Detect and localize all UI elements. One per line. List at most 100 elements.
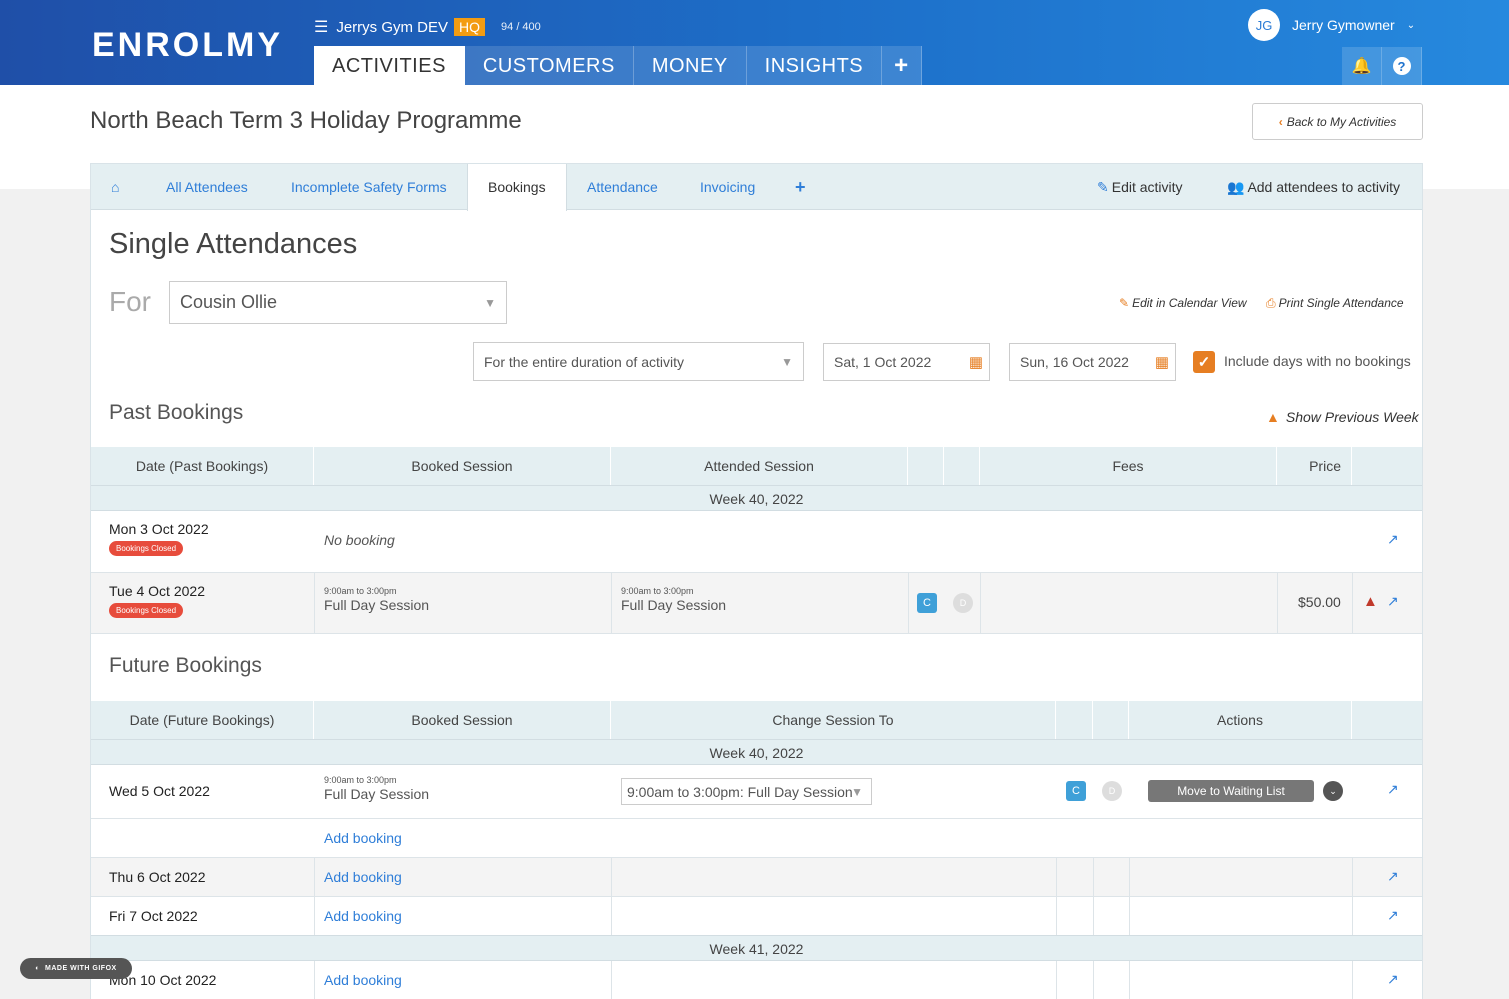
table-row: Tue 4 Oct 2022 Bookings Closed 9:00am to… xyxy=(91,573,1422,634)
col-date-past: Date (Past Bookings) xyxy=(91,447,314,485)
warning-icon[interactable]: ▲ xyxy=(1363,593,1378,610)
change-session-value: 9:00am to 3:00pm: Full Day Session xyxy=(627,783,853,800)
bookings-closed-badge: Bookings Closed xyxy=(109,603,184,618)
bookings-closed-badge: Bookings Closed xyxy=(109,541,184,556)
booked-session: Full Day Session xyxy=(324,786,430,802)
subtab-add-icon[interactable]: + xyxy=(795,164,806,210)
arrow-up-icon: ▲ xyxy=(1266,409,1280,425)
booked-time: 9:00am to 3:00pm xyxy=(324,586,397,596)
col-change-session: Change Session To xyxy=(611,701,1056,739)
table-row: Thu 6 Oct 2022 Add booking ↗ xyxy=(91,858,1422,897)
subtab-attendance[interactable]: Attendance xyxy=(587,164,658,210)
week-41-row: Week 41, 2022 xyxy=(91,935,1422,961)
move-to-waiting-list-button[interactable]: Move to Waiting List xyxy=(1148,780,1314,802)
question-icon: ? xyxy=(1392,57,1411,75)
d-toggle[interactable]: D xyxy=(953,593,973,613)
back-to-activities-button[interactable]: ‹ Back to My Activities xyxy=(1252,103,1423,140)
calendar-icon[interactable]: ▦ xyxy=(1155,353,1169,371)
chevron-down-icon[interactable]: ⌄ xyxy=(1407,20,1415,31)
nav-tab-customers[interactable]: CUSTOMERS xyxy=(464,46,634,85)
future-bookings-header: Date (Future Bookings) Booked Session Ch… xyxy=(91,701,1422,739)
add-attendees-label: Add attendees to activity xyxy=(1247,179,1400,195)
col-fees: Fees xyxy=(980,447,1277,485)
print-label: Print Single Attendance xyxy=(1278,296,1404,310)
show-previous-week-link[interactable]: ▲ Show Previous Week xyxy=(1266,409,1419,425)
nav-tab-insights[interactable]: INSIGHTS xyxy=(746,46,883,85)
top-icons: 🔔 ? xyxy=(1342,47,1422,85)
external-link-icon[interactable]: ↗ xyxy=(1387,907,1399,924)
booked-session: Full Day Session xyxy=(324,597,430,613)
for-label: For xyxy=(109,286,151,317)
edit-activity-link[interactable]: ✎ Edit activity xyxy=(1097,164,1183,210)
back-button-label: Back to My Activities xyxy=(1286,114,1397,129)
bell-icon[interactable]: 🔔 xyxy=(1342,47,1382,85)
no-booking-text: No booking xyxy=(324,532,395,548)
print-single-attendance-link[interactable]: ⎙ Print Single Attendance xyxy=(1266,296,1404,311)
add-booking-link[interactable]: Add booking xyxy=(324,869,402,885)
page-title: North Beach Term 3 Holiday Programme xyxy=(90,107,522,134)
future-bookings-heading: Future Bookings xyxy=(109,654,262,677)
attendee-select[interactable]: Cousin Ollie ▼ xyxy=(169,281,507,324)
week-40-row: Week 40, 2022 xyxy=(91,485,1422,511)
row-date: Wed 5 Oct 2022 xyxy=(109,783,210,799)
calendar-icon[interactable]: ▦ xyxy=(969,353,983,371)
subtab-all-attendees[interactable]: All Attendees xyxy=(166,164,248,210)
external-link-icon[interactable]: ↗ xyxy=(1387,781,1399,798)
subtab-bookings[interactable]: Bookings xyxy=(467,164,567,211)
row-date: Tue 4 Oct 2022 xyxy=(109,583,205,599)
activity-panel: ⌂ All Attendees Incomplete Safety Forms … xyxy=(90,163,1423,999)
include-no-bookings-checkbox[interactable]: ✓ xyxy=(1193,351,1215,373)
external-link-icon[interactable]: ↗ xyxy=(1387,531,1399,548)
add-attendees-link[interactable]: 👥 Add attendees to activity xyxy=(1227,164,1400,210)
external-link-icon[interactable]: ↗ xyxy=(1387,593,1399,610)
add-booking-link[interactable]: Add booking xyxy=(324,908,402,924)
end-date-input[interactable]: Sun, 16 Oct 2022 ▦ xyxy=(1009,343,1176,381)
gifox-watermark: ◐ MADE WITH GIFOX xyxy=(20,958,132,979)
org-name[interactable]: Jerrys Gym DEV xyxy=(336,19,448,36)
activity-subtabs: ⌂ All Attendees Incomplete Safety Forms … xyxy=(91,164,1422,211)
past-bookings-heading: Past Bookings xyxy=(109,401,244,424)
d-toggle[interactable]: D xyxy=(1102,781,1122,801)
show-previous-week-label: Show Previous Week xyxy=(1285,409,1419,425)
add-booking-link[interactable]: Add booking xyxy=(324,830,402,846)
price-value: $50.00 xyxy=(1298,594,1341,610)
enrolmy-logo[interactable]: ENROLMY xyxy=(92,26,283,65)
col-d xyxy=(1093,701,1129,739)
help-icon-button[interactable]: ? xyxy=(1382,47,1422,85)
col-c xyxy=(908,447,944,485)
duration-select[interactable]: For the entire duration of activity ▼ xyxy=(473,342,804,381)
user-avatar[interactable]: JG xyxy=(1248,9,1280,41)
attendee-select-value: Cousin Ollie xyxy=(180,292,278,312)
booked-time: 9:00am to 3:00pm xyxy=(324,775,397,785)
subtab-invoicing[interactable]: Invoicing xyxy=(700,164,755,210)
end-date-value: Sun, 16 Oct 2022 xyxy=(1020,354,1129,370)
nav-tab-activities[interactable]: ACTIVITIES xyxy=(314,46,465,85)
pencil-icon: ✎ xyxy=(1097,179,1109,195)
home-icon[interactable]: ⌂ xyxy=(111,164,119,210)
include-no-bookings-label: Include days with no bookings xyxy=(1224,353,1411,369)
user-menu[interactable]: JG Jerry Gymowner ⌄ xyxy=(1248,9,1415,41)
start-date-value: Sat, 1 Oct 2022 xyxy=(834,354,932,370)
chevron-down-icon: ▼ xyxy=(484,295,496,310)
col-booked-session: Booked Session xyxy=(314,701,611,739)
change-session-select[interactable]: 9:00am to 3:00pm: Full Day Session ▼ xyxy=(621,778,872,805)
c-toggle[interactable]: C xyxy=(917,593,937,613)
nav-add-icon[interactable]: + xyxy=(882,46,922,85)
col-booked-session: Booked Session xyxy=(314,447,611,485)
c-toggle[interactable]: C xyxy=(1066,781,1086,801)
external-link-icon[interactable]: ↗ xyxy=(1387,868,1399,885)
hamburger-menu-icon[interactable]: ☰ xyxy=(314,17,328,37)
subtab-incomplete-safety-forms[interactable]: Incomplete Safety Forms xyxy=(291,164,447,210)
nav-tab-money[interactable]: MONEY xyxy=(633,46,747,85)
edit-calendar-view-link[interactable]: ✎ Edit in Calendar View xyxy=(1119,296,1247,310)
col-c xyxy=(1056,701,1093,739)
add-booking-link[interactable]: Add booking xyxy=(324,972,402,988)
duration-select-value: For the entire duration of activity xyxy=(484,353,684,370)
org-switcher[interactable]: ☰ Jerrys Gym DEV HQ 94 / 400 xyxy=(314,17,541,37)
external-link-icon[interactable]: ↗ xyxy=(1387,971,1399,988)
user-name[interactable]: Jerry Gymowner xyxy=(1292,17,1395,33)
week-40-row: Week 40, 2022 xyxy=(91,739,1422,765)
top-navigation-bar: ENROLMY ☰ Jerrys Gym DEV HQ 94 / 400 ACT… xyxy=(0,0,1509,85)
start-date-input[interactable]: Sat, 1 Oct 2022 ▦ xyxy=(823,343,990,381)
chevron-down-icon[interactable]: ⌄ xyxy=(1323,781,1343,801)
